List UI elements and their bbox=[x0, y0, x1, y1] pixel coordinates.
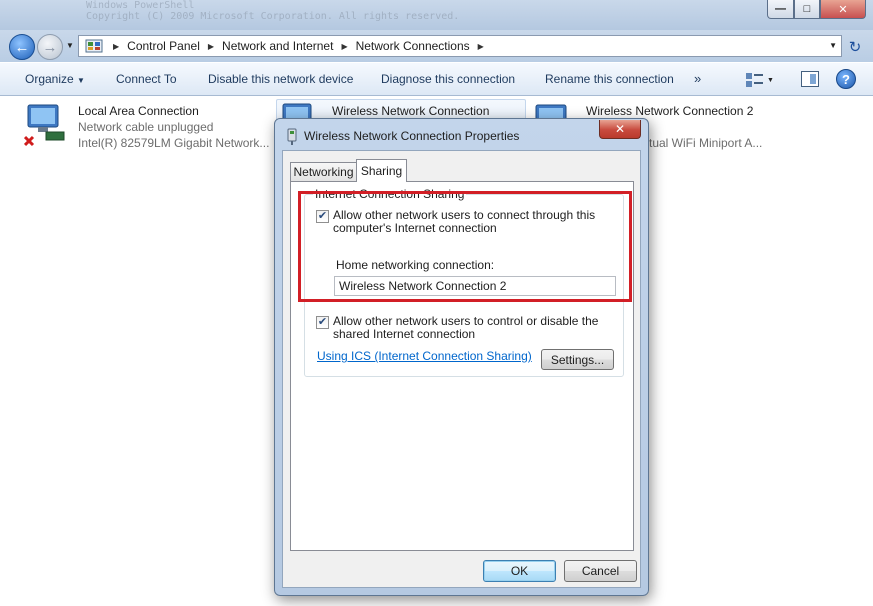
connect-to-button[interactable]: Connect To bbox=[116, 72, 177, 86]
network-adapter-icon bbox=[287, 128, 297, 145]
home-networking-connection-select[interactable]: Wireless Network Connection 2 bbox=[334, 276, 616, 296]
background-console-text: Windows PowerShell Copyright (C) 2009 Mi… bbox=[86, 0, 460, 22]
breadcrumb-separator-icon[interactable]: ▶ bbox=[341, 42, 347, 51]
allow-control-label[interactable]: Allow other network users to control or … bbox=[333, 315, 603, 341]
minimize-button[interactable]: — bbox=[767, 0, 794, 19]
connection-adapter: rtual WiFi Miniport A... bbox=[645, 136, 763, 150]
diagnose-connection-button[interactable]: Diagnose this connection bbox=[381, 72, 515, 86]
settings-button[interactable]: Settings... bbox=[541, 349, 614, 370]
chevron-down-icon: ▼ bbox=[77, 76, 85, 85]
dialog-close-button[interactable]: ✕ bbox=[599, 120, 641, 139]
organize-menu[interactable]: Organize ▼ bbox=[25, 72, 85, 86]
breadcrumb-separator-icon[interactable]: ▶ bbox=[113, 42, 119, 51]
connection-adapter: Intel(R) 82579LM Gigabit Network... bbox=[78, 136, 270, 150]
properties-dialog: Wireless Network Connection Properties ✕… bbox=[274, 118, 649, 596]
close-window-button[interactable]: ✕ bbox=[820, 0, 866, 19]
arrow-right-icon: → bbox=[42, 38, 58, 56]
ics-help-link[interactable]: Using ICS (Internet Connection Sharing) bbox=[317, 349, 532, 363]
connection-name: Wireless Network Connection bbox=[332, 104, 490, 118]
arrow-left-icon: ← bbox=[14, 38, 30, 56]
address-row: ← → ▼ ▶ Control Panel ▶ Network and Inte… bbox=[0, 30, 873, 62]
allow-connect-label[interactable]: Allow other network users to connect thr… bbox=[333, 209, 603, 235]
refresh-icon[interactable]: ↻ bbox=[845, 37, 865, 57]
tab-sharing[interactable]: Sharing bbox=[356, 159, 407, 182]
internet-connection-sharing-group: Internet Connection Sharing ✔ Allow othe… bbox=[304, 187, 624, 377]
disable-device-button[interactable]: Disable this network device bbox=[208, 72, 353, 86]
group-title: Internet Connection Sharing bbox=[313, 187, 467, 201]
more-commands-button[interactable]: » bbox=[694, 71, 701, 86]
cancel-button[interactable]: Cancel bbox=[564, 560, 637, 582]
breadcrumb-network-and-internet[interactable]: Network and Internet bbox=[222, 39, 333, 53]
ok-button[interactable]: OK bbox=[483, 560, 556, 582]
breadcrumb-network-connections[interactable]: Network Connections bbox=[356, 39, 470, 53]
window-titlebar: Windows PowerShell Copyright (C) 2009 Mi… bbox=[0, 0, 873, 30]
sharing-tab-page: Internet Connection Sharing ✔ Allow othe… bbox=[290, 181, 634, 551]
connection-item-local-area[interactable]: Local Area Connection Network cable unpl… bbox=[24, 100, 274, 156]
connection-name: Wireless Network Connection 2 bbox=[586, 104, 754, 118]
maximize-button[interactable]: □ bbox=[794, 0, 820, 19]
forward-button[interactable]: → bbox=[37, 34, 63, 60]
connection-name: Local Area Connection bbox=[78, 104, 199, 118]
allow-control-checkbox[interactable]: ✔ bbox=[316, 316, 329, 329]
recent-pages-dropdown[interactable]: ▼ bbox=[66, 41, 74, 50]
back-button[interactable]: ← bbox=[9, 34, 35, 60]
breadcrumb-separator-icon[interactable]: ▶ bbox=[478, 42, 484, 51]
address-bar[interactable]: ▶ Control Panel ▶ Network and Internet ▶… bbox=[78, 35, 842, 57]
command-bar: Organize ▼ Connect To Disable this netwo… bbox=[0, 62, 873, 96]
rename-connection-button[interactable]: Rename this connection bbox=[545, 72, 674, 86]
breadcrumb-separator-icon[interactable]: ▶ bbox=[208, 42, 214, 51]
breadcrumb-control-panel[interactable]: Control Panel bbox=[127, 39, 200, 53]
tab-networking[interactable]: Networking bbox=[290, 162, 357, 181]
control-panel-icon bbox=[83, 37, 105, 55]
dialog-body: Networking Sharing Internet Connection S… bbox=[282, 150, 641, 588]
address-history-dropdown-icon[interactable]: ▼ bbox=[829, 41, 837, 50]
home-networking-label: Home networking connection: bbox=[336, 258, 495, 272]
preview-pane-button[interactable] bbox=[801, 71, 819, 87]
view-icon bbox=[746, 73, 763, 87]
dialog-title: Wireless Network Connection Properties bbox=[304, 129, 520, 143]
allow-connect-checkbox[interactable]: ✔ bbox=[316, 210, 329, 223]
chevron-down-icon: ▼ bbox=[767, 76, 774, 84]
change-view-button[interactable]: ▼ bbox=[745, 71, 775, 89]
wired-network-disconnected-icon bbox=[24, 104, 65, 147]
connection-status: Network cable unplugged bbox=[78, 120, 214, 134]
help-button[interactable]: ? bbox=[836, 69, 856, 89]
